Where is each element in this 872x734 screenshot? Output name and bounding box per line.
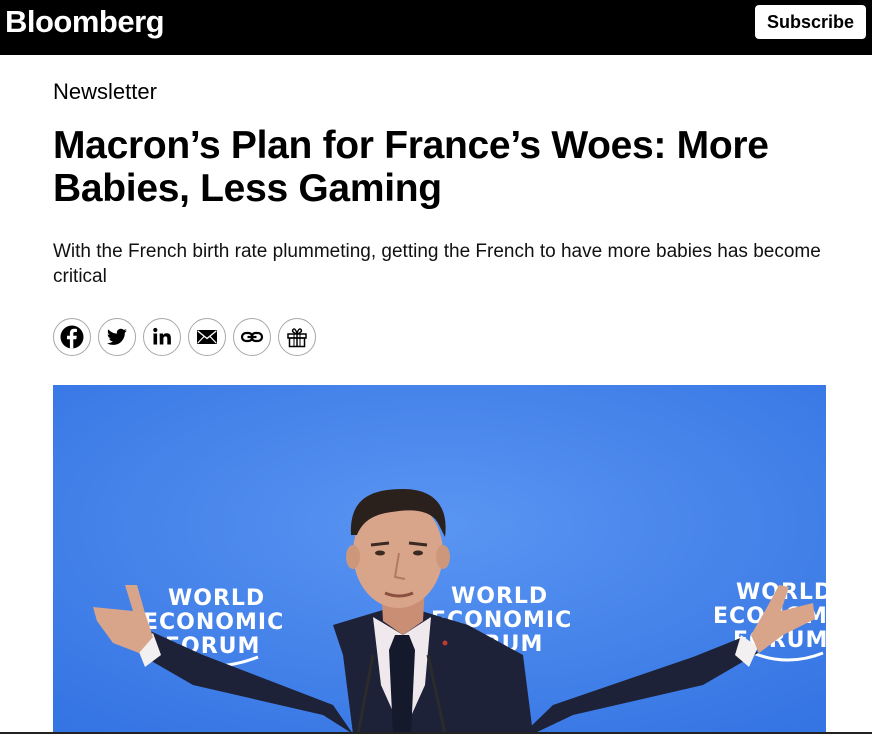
facebook-icon xyxy=(60,325,84,349)
share-email-button[interactable] xyxy=(188,318,226,356)
article-kicker[interactable]: Newsletter xyxy=(53,78,157,106)
twitter-icon xyxy=(106,328,127,345)
backdrop-center-line1: WORLD xyxy=(451,584,548,609)
article-dek: With the French birth rate plummeting, g… xyxy=(53,241,821,287)
hero-image: WORLD ECONOMIC FORUM WORLD ECONOMIC FORU… xyxy=(53,385,826,734)
share-buttons xyxy=(53,318,316,356)
share-facebook-button[interactable] xyxy=(53,318,91,356)
hero-photo-illustration: WORLD ECONOMIC FORUM WORLD ECONOMIC FORU… xyxy=(53,385,826,734)
copy-link-button[interactable] xyxy=(233,318,271,356)
backdrop-left-line2: ECONOMIC xyxy=(143,610,284,635)
linkedin-icon xyxy=(153,327,171,345)
bloomberg-logo[interactable]: Bloomberg xyxy=(5,4,165,40)
share-twitter-button[interactable] xyxy=(98,318,136,356)
gift-article-button[interactable] xyxy=(278,318,316,356)
share-linkedin-button[interactable] xyxy=(143,318,181,356)
top-nav-bar: Bloomberg Subscribe xyxy=(0,0,872,55)
link-icon xyxy=(240,331,264,343)
subscribe-button[interactable]: Subscribe xyxy=(755,5,866,39)
article-headline: Macron’s Plan for France’s Woes: More Ba… xyxy=(53,124,769,210)
backdrop-left-line1: WORLD xyxy=(168,586,265,611)
gift-icon xyxy=(287,328,307,348)
email-icon xyxy=(197,330,217,344)
